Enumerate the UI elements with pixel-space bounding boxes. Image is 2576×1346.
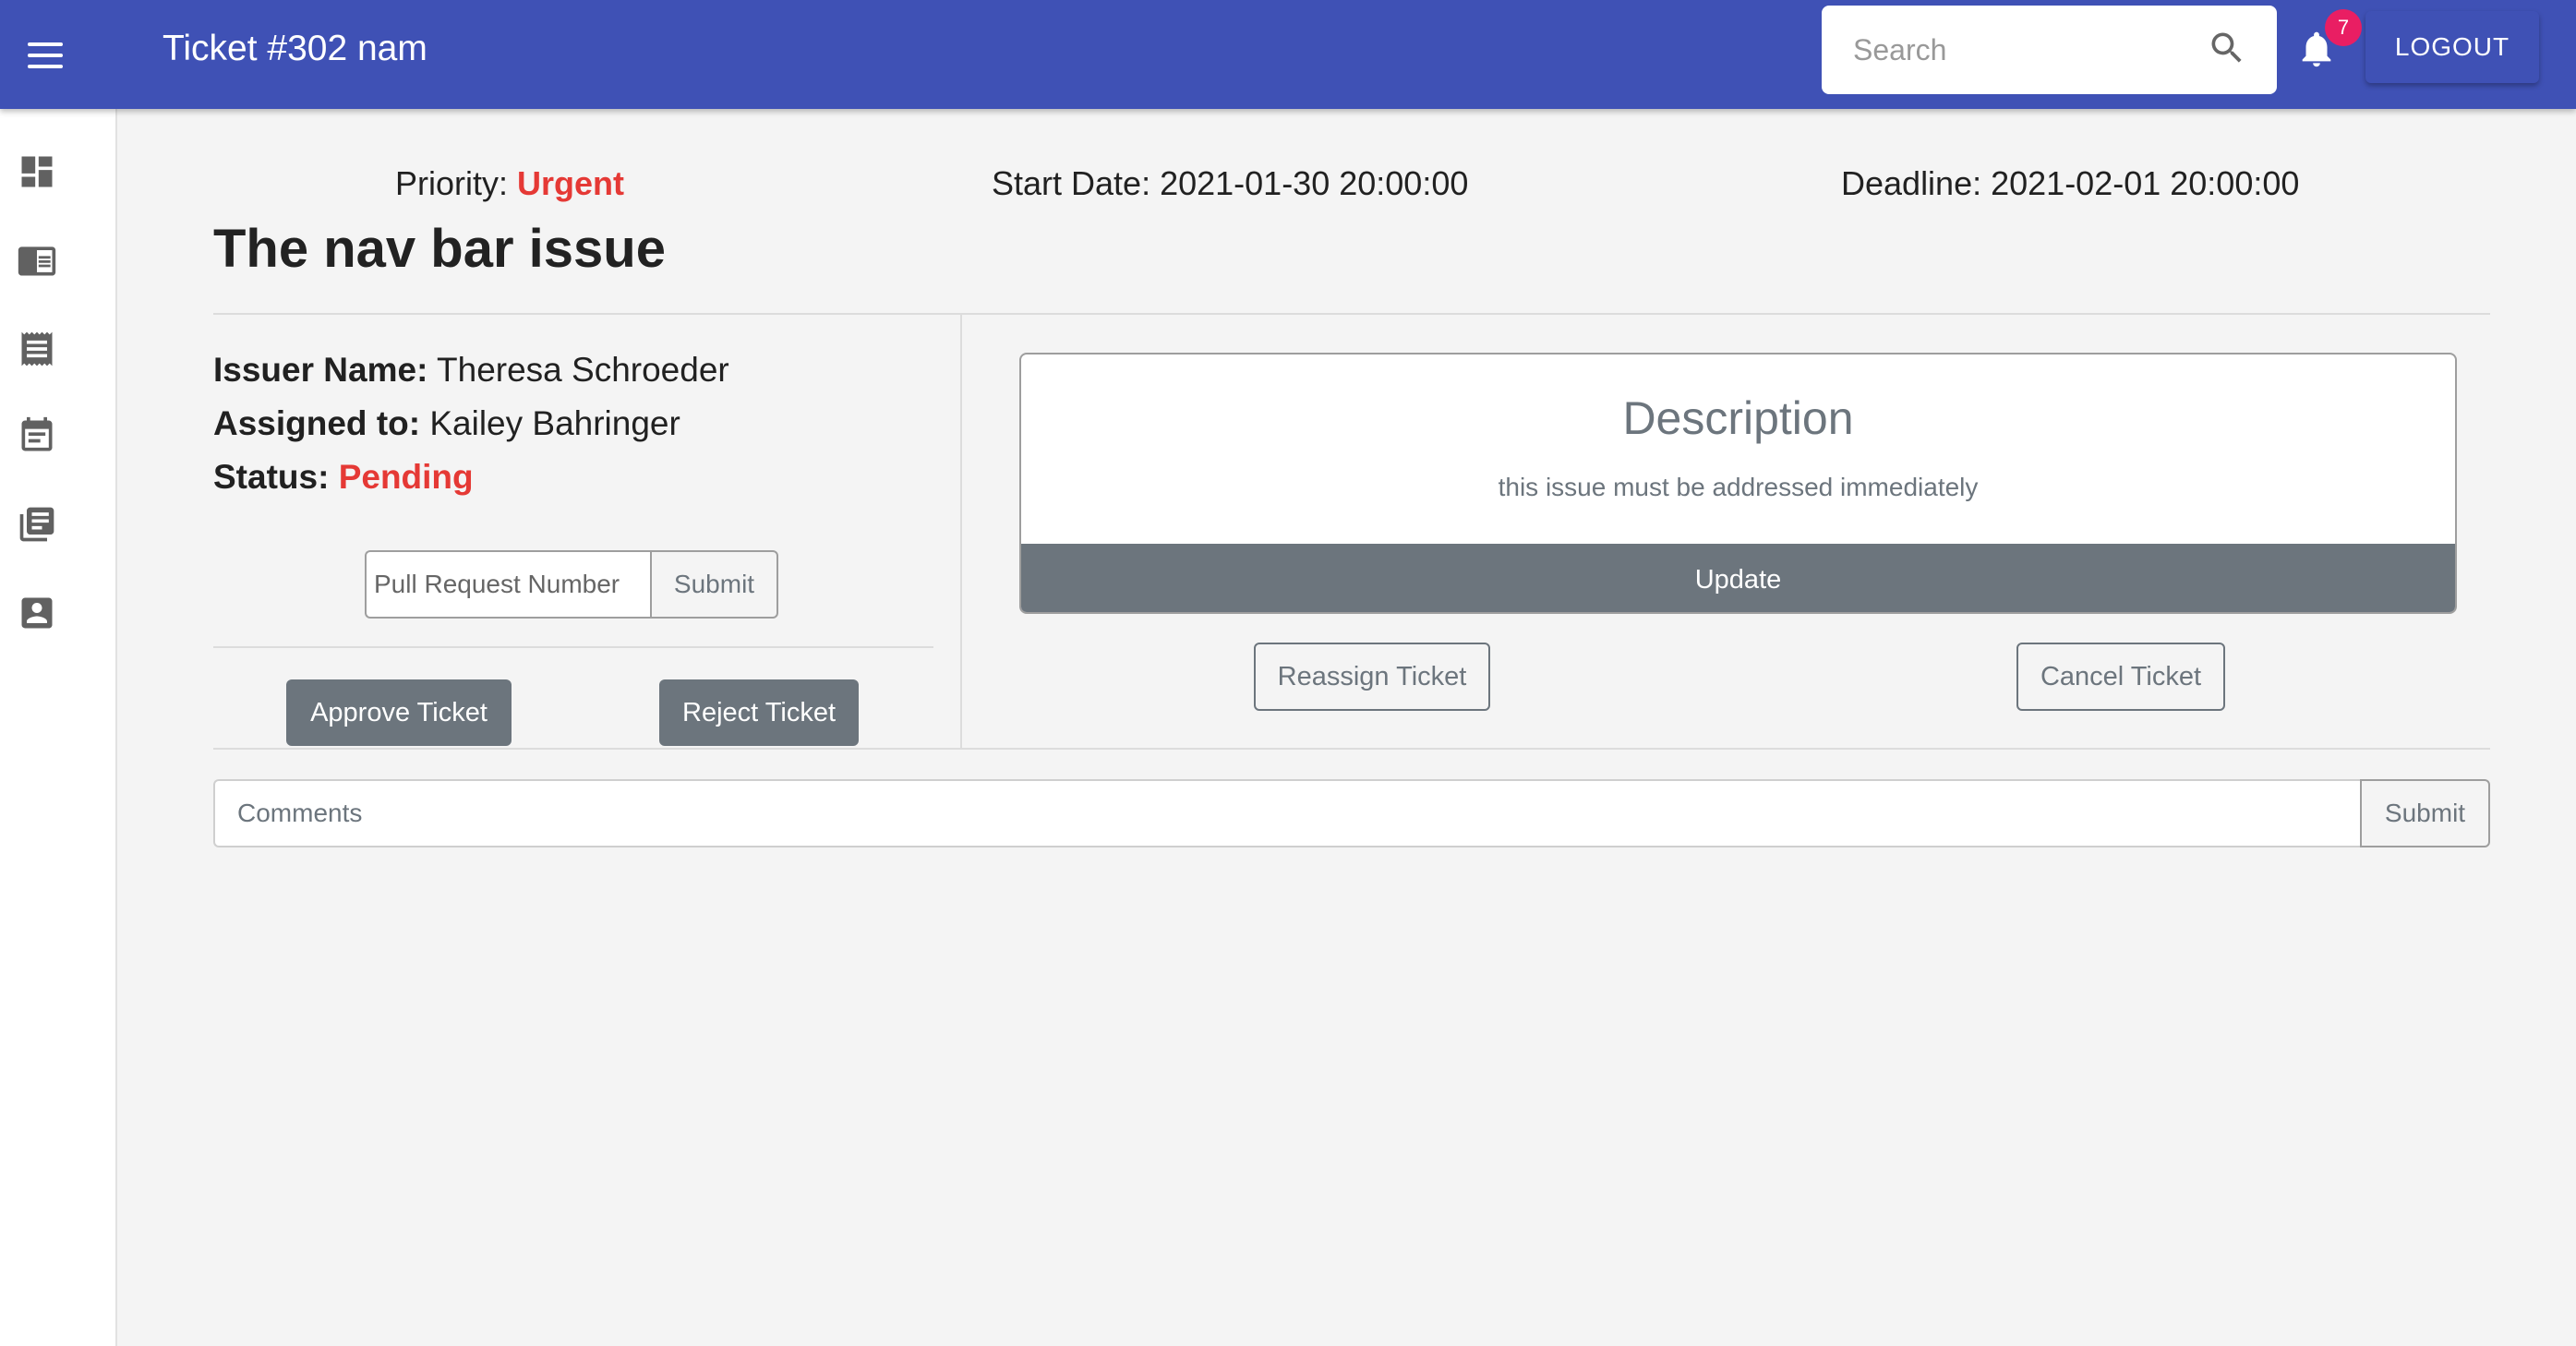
cancel-ticket-button[interactable]: Cancel Ticket (2016, 643, 2225, 711)
issuer-line: Issuer Name: Theresa Schroeder (213, 351, 729, 390)
ticket-title: The nav bar issue (213, 219, 666, 279)
pull-request-submit-button[interactable]: Submit (650, 550, 778, 619)
assigned-line: Assigned to: Kailey Bahringer (213, 404, 680, 443)
search-input[interactable] (1853, 26, 2185, 74)
receipt-icon[interactable] (17, 329, 57, 369)
priority-label: Priority: (395, 164, 509, 202)
status-line: Status: Pending (213, 458, 474, 497)
pull-request-input[interactable] (365, 550, 650, 619)
comment-input[interactable] (213, 779, 2360, 847)
description-title: Description (1622, 392, 1854, 444)
status-label: Status: (213, 458, 330, 496)
update-button[interactable]: Update (1021, 544, 2455, 612)
issuer-label: Issuer Name: (213, 351, 428, 389)
divider (213, 646, 933, 648)
status-badge: Pending (338, 458, 474, 496)
library-books-icon[interactable] (17, 504, 57, 545)
dashboard-icon[interactable] (17, 151, 57, 192)
page-title: Ticket #302 nam (163, 29, 427, 68)
issuer-value: Theresa Schroeder (437, 351, 729, 389)
menu-icon[interactable] (28, 31, 76, 79)
account-box-icon[interactable] (17, 593, 57, 633)
divider (213, 748, 2490, 750)
logout-button[interactable]: LOGOUT (2365, 11, 2539, 83)
description-text: this issue must be addressed immediately (1498, 473, 1979, 501)
ticket-detail: Priority: Urgent Start Date: 2021-01-30 … (117, 109, 2576, 1346)
notification-badge: 7 (2325, 9, 2362, 46)
deadline: Deadline: 2021-02-01 20:00:00 (1841, 164, 2300, 202)
reject-ticket-button[interactable]: Reject Ticket (659, 679, 859, 746)
assigned-value: Kailey Bahringer (429, 404, 680, 442)
comment-form: Submit (213, 779, 2490, 847)
search-icon[interactable] (2207, 28, 2247, 68)
event-note-icon[interactable] (17, 415, 57, 456)
divider (960, 315, 962, 749)
divider (213, 313, 2490, 315)
pull-request-form: Submit (365, 550, 778, 619)
chrome-reader-icon[interactable] (17, 240, 57, 281)
app-bar: Ticket #302 nam 7 LOGOUT (0, 0, 2576, 109)
comment-submit-button[interactable]: Submit (2360, 779, 2490, 847)
priority-value: Urgent (517, 164, 625, 202)
start-date: Start Date: 2021-01-30 20:00:00 (992, 164, 1469, 202)
sidebar (0, 109, 117, 1346)
priority-line: Priority: Urgent (395, 164, 624, 203)
approve-ticket-button[interactable]: Approve Ticket (286, 679, 512, 746)
assigned-label: Assigned to: (213, 404, 421, 442)
reassign-ticket-button[interactable]: Reassign Ticket (1254, 643, 1490, 711)
description-card: Description this issue must be addressed… (1019, 353, 2457, 614)
